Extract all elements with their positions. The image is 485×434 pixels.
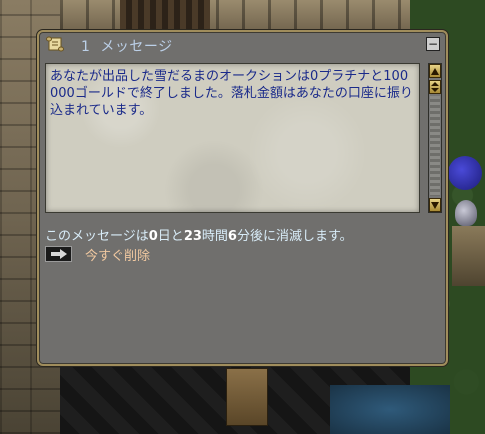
game-scene: 1 メッセージ − あなたが出品した雪だるまのオークションは0プラチナと10000… xyxy=(0,0,485,434)
wooden-crate[interactable] xyxy=(226,368,268,426)
updown-icon xyxy=(431,82,439,92)
message-gump[interactable]: 1 メッセージ − あなたが出品した雪だるまのオークションは0プラチナと10000… xyxy=(37,30,448,366)
gump-title: 1 メッセージ xyxy=(81,36,173,56)
message-panel: あなたが出品した雪だるまのオークションは0プラチナと100000ゴールドで終了し… xyxy=(45,63,420,213)
scroll-down-button[interactable] xyxy=(429,198,441,212)
message-count: 1 xyxy=(81,39,91,55)
expiry-notice: このメッセージは0日と23時間6分後に消滅します。 xyxy=(45,225,353,244)
scroll-up-button[interactable] xyxy=(429,64,441,78)
title-label: メッセージ xyxy=(100,39,173,55)
minimize-button[interactable]: − xyxy=(426,37,440,51)
stone-pillar xyxy=(452,226,485,286)
expiry-suffix: 分後に消滅します。 xyxy=(236,229,353,244)
silver-pot[interactable] xyxy=(455,200,477,226)
arrow-up-icon xyxy=(431,67,439,75)
expiry-days: 0 xyxy=(148,229,158,244)
expiry-minutes: 6 xyxy=(227,229,237,244)
scroll-track[interactable] xyxy=(430,96,440,196)
water-pool xyxy=(330,385,450,434)
arrow-down-icon xyxy=(431,201,439,209)
expiry-days-unit: 日と xyxy=(157,229,184,244)
minimize-icon: − xyxy=(427,37,439,51)
expiry-hours-unit: 時間 xyxy=(201,229,228,244)
delete-button[interactable] xyxy=(45,246,72,262)
message-body: あなたが出品した雪だるまのオークションは0プラチナと100000ゴールドで終了し… xyxy=(50,69,413,118)
expiry-prefix: このメッセージは xyxy=(45,229,149,244)
message-scrollbar[interactable] xyxy=(428,63,442,213)
scroll-thumb[interactable] xyxy=(429,80,441,94)
scroll-icon xyxy=(46,36,64,52)
expiry-hours: 23 xyxy=(183,229,202,244)
delete-row[interactable]: 今すぐ削除 xyxy=(45,245,150,264)
arrow-right-icon xyxy=(50,249,67,259)
delete-now-link[interactable]: 今すぐ削除 xyxy=(85,245,150,264)
gump-titlebar[interactable]: 1 メッセージ − xyxy=(39,32,446,60)
blue-flower[interactable] xyxy=(448,156,482,190)
